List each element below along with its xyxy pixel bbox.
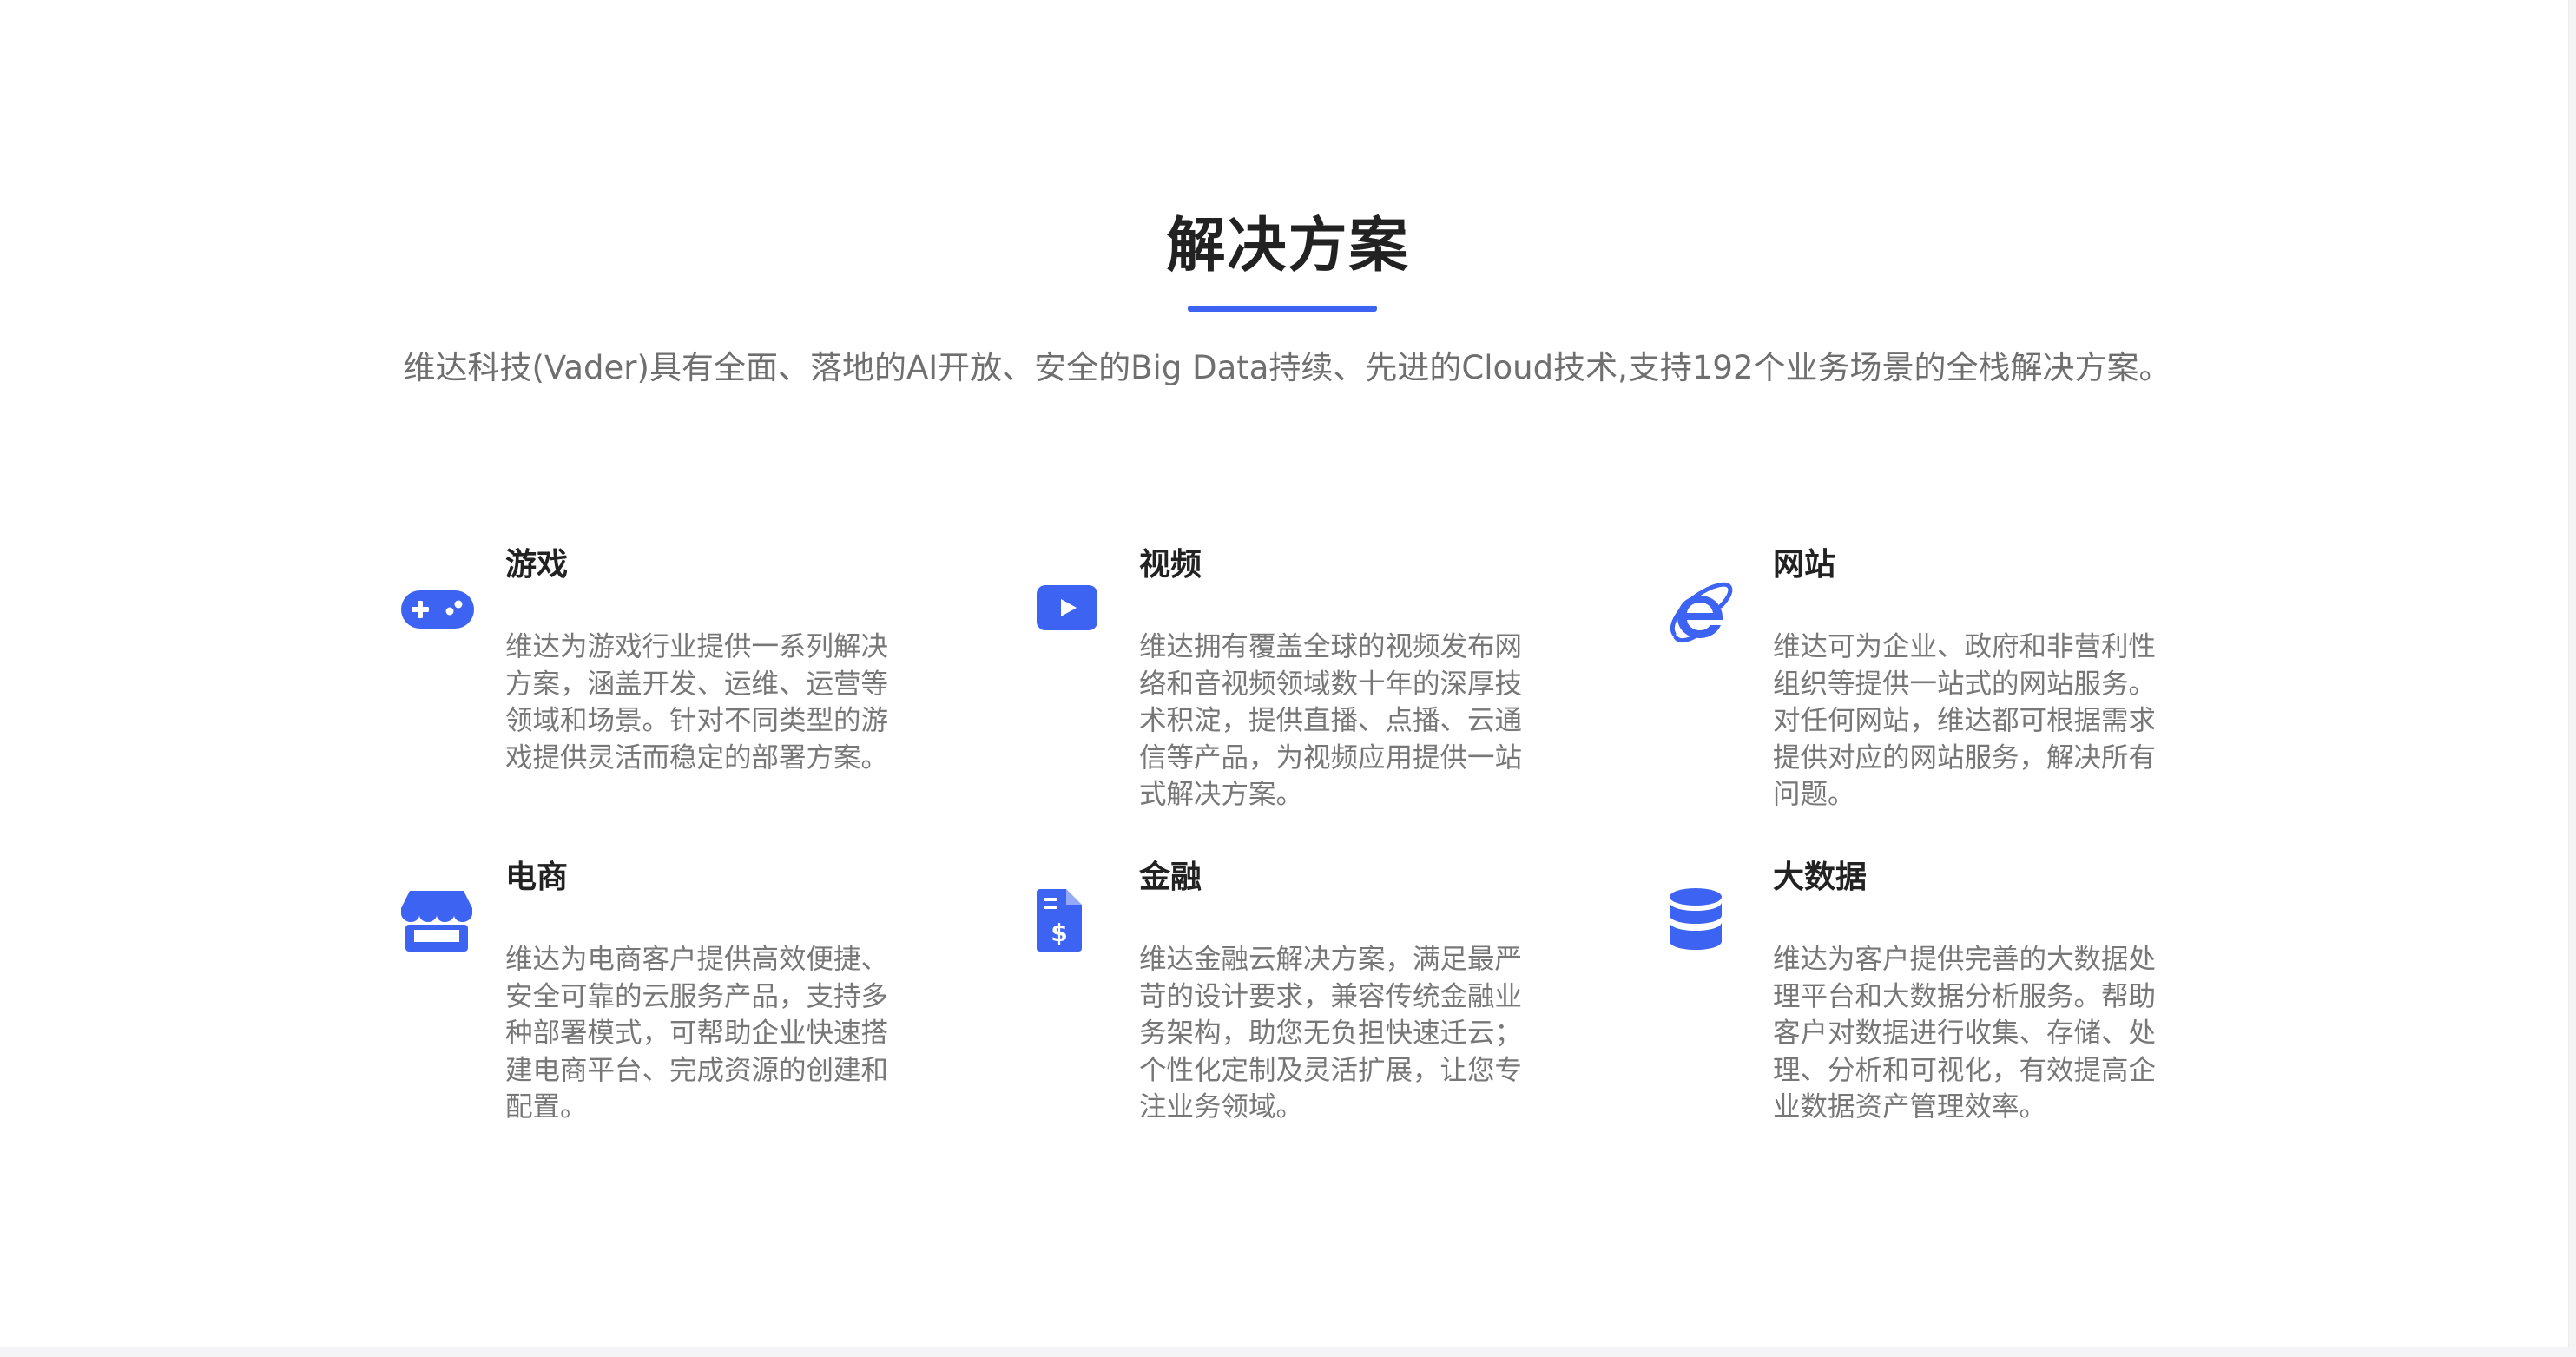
scrollbar[interactable]: [2568, 0, 2576, 1357]
solution-description: 维达为电商客户提供高效便捷、安全可靠的云服务产品，支持多种部署模式，可帮助企业快…: [505, 944, 889, 1123]
solution-title: 网站: [1773, 547, 1836, 583]
internet-explorer-icon: [1667, 576, 1754, 663]
invoice-dollar-icon: $: [1033, 887, 1120, 974]
solution-title: 电商: [505, 860, 569, 895]
bottom-divider: [0, 1347, 2576, 1357]
solution-title: 金融: [1139, 860, 1202, 895]
solution-description: 维达金融云解决方案，满足最严苛的设计要求，兼容传统金融业务架构，助您无负担快速迁…: [1139, 944, 1523, 1123]
solution-description: 维达为游戏行业提供一系列解决方案，涵盖开发、运维、运营等领域和场景。针对不同类型…: [505, 631, 889, 774]
solution-description: 维达可为企业、政府和非营利性组织等提供一站式的网站服务。对任何网站，维达都可根据…: [1773, 631, 2157, 810]
solution-description: 维达为客户提供完善的大数据处理平台和大数据分析服务。帮助客户对数据进行收集、存储…: [1773, 944, 2157, 1123]
solution-card-game[interactable]: 游戏 维达为游戏行业提供一系列解决方案，涵盖开发、运维、运营等领域和场景。针对不…: [399, 543, 938, 830]
solutions-page: 解决方案 维达科技(Vader)具有全面、落地的AI开放、安全的Big Data…: [0, 0, 2576, 1357]
storefront-icon: [399, 887, 486, 974]
gamepad-icon: [399, 580, 486, 667]
database-icon: [1667, 887, 1754, 974]
solution-card-video[interactable]: 视频 维达拥有覆盖全球的视频发布网络和音视频领域数十年的深厚技术积淀，提供直播、…: [1033, 543, 1571, 830]
solution-card-website[interactable]: 网站 维达可为企业、政府和非营利性组织等提供一站式的网站服务。对任何网站，维达都…: [1667, 543, 2205, 830]
solution-title: 游戏: [505, 547, 569, 583]
solution-card-ecommerce[interactable]: 电商 维达为电商客户提供高效便捷、安全可靠的云服务产品，支持多种部署模式，可帮助…: [399, 856, 938, 1143]
section-description: 维达科技(Vader)具有全面、落地的AI开放、安全的Big Data持续、先进…: [403, 349, 2171, 386]
solution-title: 视频: [1139, 547, 1202, 583]
solution-description: 维达拥有覆盖全球的视频发布网络和音视频领域数十年的深厚技术积淀，提供直播、点播、…: [1139, 631, 1523, 810]
svg-text:$: $: [1051, 919, 1067, 947]
section-title: 解决方案: [1166, 212, 1410, 280]
video-play-icon: [1033, 580, 1120, 667]
solution-title: 大数据: [1773, 860, 1868, 895]
solution-card-finance[interactable]: $ 金融 维达金融云解决方案，满足最严苛的设计要求，兼容传统金融业务架构，助您无…: [1033, 856, 1571, 1143]
solution-card-bigdata[interactable]: 大数据 维达为客户提供完善的大数据处理平台和大数据分析服务。帮助客户对数据进行收…: [1667, 856, 2205, 1143]
title-underline: [1188, 306, 1377, 312]
